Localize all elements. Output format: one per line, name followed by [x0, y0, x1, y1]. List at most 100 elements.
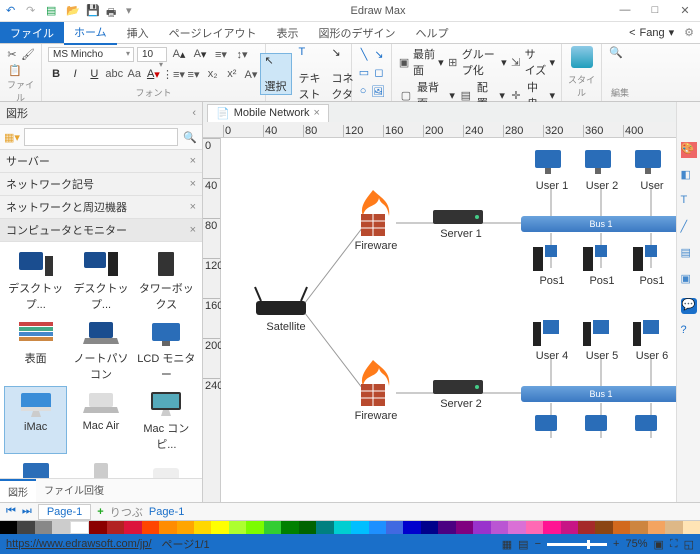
arrow-icon[interactable]: ↘ [373, 46, 385, 62]
category-server[interactable]: サーバー× [0, 150, 202, 173]
zoom-out-icon[interactable]: − [535, 538, 541, 550]
tab-insert[interactable]: 挿入 [117, 22, 159, 44]
nav-prev-icon[interactable]: ⏮ [6, 505, 16, 518]
category-computers[interactable]: コンピュータとモニター× [0, 219, 202, 242]
close-icon[interactable]: × [314, 107, 320, 120]
line-style-icon[interactable]: ╱ [681, 220, 697, 236]
highlight-icon[interactable]: A▾ [243, 66, 259, 82]
tab-help[interactable]: ヘルプ [405, 22, 458, 44]
bullets-icon[interactable]: ⋮≡▾ [164, 66, 182, 82]
spacing-icon[interactable]: ↕▾ [233, 46, 251, 62]
image-icon[interactable]: 🖼 [371, 83, 385, 99]
shape-surface[interactable]: 表面 [4, 316, 67, 384]
shape-item[interactable] [135, 456, 198, 478]
text-icon[interactable]: T [681, 194, 697, 210]
shape-desktop[interactable]: デスクトップ... [4, 246, 67, 314]
callout-icon[interactable]: ◻ [373, 65, 385, 81]
shape-desktop2[interactable]: デスクトップ... [69, 246, 132, 314]
node-user-1[interactable]: User 1 [531, 148, 573, 192]
shape-tower[interactable]: タワーボックス [135, 246, 198, 314]
close-button[interactable]: ✕ [670, 4, 700, 17]
open-icon[interactable]: 📂 [66, 4, 80, 18]
shape-imac[interactable]: iMac [4, 386, 67, 454]
save-icon[interactable]: 💾 [86, 4, 100, 18]
close-icon[interactable]: × [190, 224, 196, 236]
node-bottom-a[interactable] [531, 413, 573, 443]
node-fireware-2[interactable]: Fireware [351, 358, 401, 422]
node-user-2[interactable]: User 2 [581, 148, 623, 192]
font-family-select[interactable]: MS Mincho [48, 47, 134, 62]
undo-icon[interactable]: ↶ [6, 4, 20, 18]
node-bus-2[interactable]: Bus 1 [521, 386, 676, 402]
sub-icon[interactable]: x₂ [205, 66, 221, 82]
size-icon[interactable]: ⇲ [510, 54, 522, 70]
case-button[interactable]: Aa [126, 66, 142, 82]
bold-button[interactable]: B [48, 66, 64, 82]
search-icon[interactable]: 🔍 [181, 129, 199, 145]
rect-icon[interactable]: ▭ [358, 65, 370, 81]
zoom-in-icon[interactable]: + [613, 538, 619, 550]
font-size-select[interactable]: 10 [137, 47, 167, 62]
format-painter-icon[interactable]: 🖌 [21, 46, 35, 62]
strike-button[interactable]: abc [105, 66, 123, 82]
shape-item[interactable] [4, 456, 67, 478]
maximize-button[interactable]: □ [640, 4, 670, 17]
group-icon[interactable]: ⊞ [447, 54, 459, 70]
node-user-5[interactable]: User 5 [581, 318, 623, 362]
tab-home[interactable]: ホーム [64, 21, 117, 45]
page-tab-2[interactable]: Page-1 [149, 506, 184, 518]
sup-icon[interactable]: x² [224, 66, 240, 82]
add-page-button[interactable]: + [97, 506, 103, 518]
node-server-2[interactable]: Server 2 [433, 380, 489, 410]
align-icon[interactable]: ≡▾ [212, 46, 230, 62]
close-icon[interactable]: × [190, 155, 196, 167]
redo-icon[interactable]: ↷ [26, 4, 40, 18]
node-user[interactable]: User [631, 148, 673, 192]
node-bus-1[interactable]: Bus 1 [521, 216, 676, 232]
view-grid-icon[interactable]: ▦ [502, 538, 512, 551]
node-bottom-c[interactable] [631, 413, 673, 443]
tab-shapes[interactable]: 図形 [0, 479, 36, 502]
chevron-left-icon[interactable]: ‹ [192, 107, 196, 119]
node-bottom-b[interactable] [581, 413, 623, 443]
shrink-font-icon[interactable]: A▾ [191, 46, 209, 62]
close-icon[interactable]: × [190, 201, 196, 213]
close-icon[interactable]: × [190, 178, 196, 190]
shape-maccomp[interactable]: Mac コンピ... [135, 386, 198, 454]
copy-icon[interactable]: 📋 [6, 62, 24, 78]
shape-macair[interactable]: Mac Air [69, 386, 132, 454]
zoom-slider[interactable] [547, 543, 607, 546]
fill-icon[interactable]: ◧ [681, 168, 697, 184]
node-user-4[interactable]: User 4 [531, 318, 573, 362]
node-server-1[interactable]: Server 1 [433, 210, 489, 240]
node-pos-c[interactable]: Pos1 [631, 243, 673, 287]
print-icon[interactable]: 🖶 [106, 4, 120, 18]
fit-width-icon[interactable]: ⛶ [670, 538, 678, 551]
align-tool-icon[interactable]: ▤ [458, 87, 474, 103]
node-satellite[interactable]: Satellite [251, 283, 321, 333]
tab-filerecovery[interactable]: ファイル回復 [36, 479, 112, 502]
status-url[interactable]: https://www.edrawsoft.com/jp/ [6, 538, 152, 550]
layers-icon[interactable]: ▤ [681, 246, 697, 262]
new-icon[interactable]: ▤ [46, 4, 60, 18]
page-tab-1[interactable]: Page-1 [38, 504, 91, 520]
category-network-symbols[interactable]: ネットワーク記号× [0, 173, 202, 196]
text-tool[interactable]: Tテキスト [295, 46, 325, 102]
file-menu[interactable]: ファイル [0, 22, 64, 43]
tab-pagelayout[interactable]: ページレイアウト [159, 22, 267, 44]
node-fireware-1[interactable]: Fireware [351, 188, 401, 252]
bring-front-icon[interactable]: ▣ [398, 54, 410, 70]
help-icon[interactable]: ? [681, 324, 697, 340]
style-button[interactable] [568, 46, 595, 68]
shape-lcd[interactable]: LCD モニター [135, 316, 198, 384]
numbering-icon[interactable]: ≡▾ [185, 66, 201, 82]
library-icon[interactable]: ▦▾ [3, 129, 21, 145]
cut-icon[interactable]: ✂ [6, 46, 18, 62]
canvas[interactable]: Satellite Fireware Server 1 Bus 1 User 1… [221, 138, 676, 502]
node-pos-a[interactable]: Pos1 [531, 243, 573, 287]
user-menu[interactable]: < Fang ▾ ⚙ [629, 26, 700, 39]
send-back-icon[interactable]: ▢ [398, 87, 414, 103]
line-icon[interactable]: ╲ [358, 46, 370, 62]
qat-more-icon[interactable]: ▾ [126, 4, 140, 18]
view-list-icon[interactable]: ▤ [518, 538, 528, 551]
